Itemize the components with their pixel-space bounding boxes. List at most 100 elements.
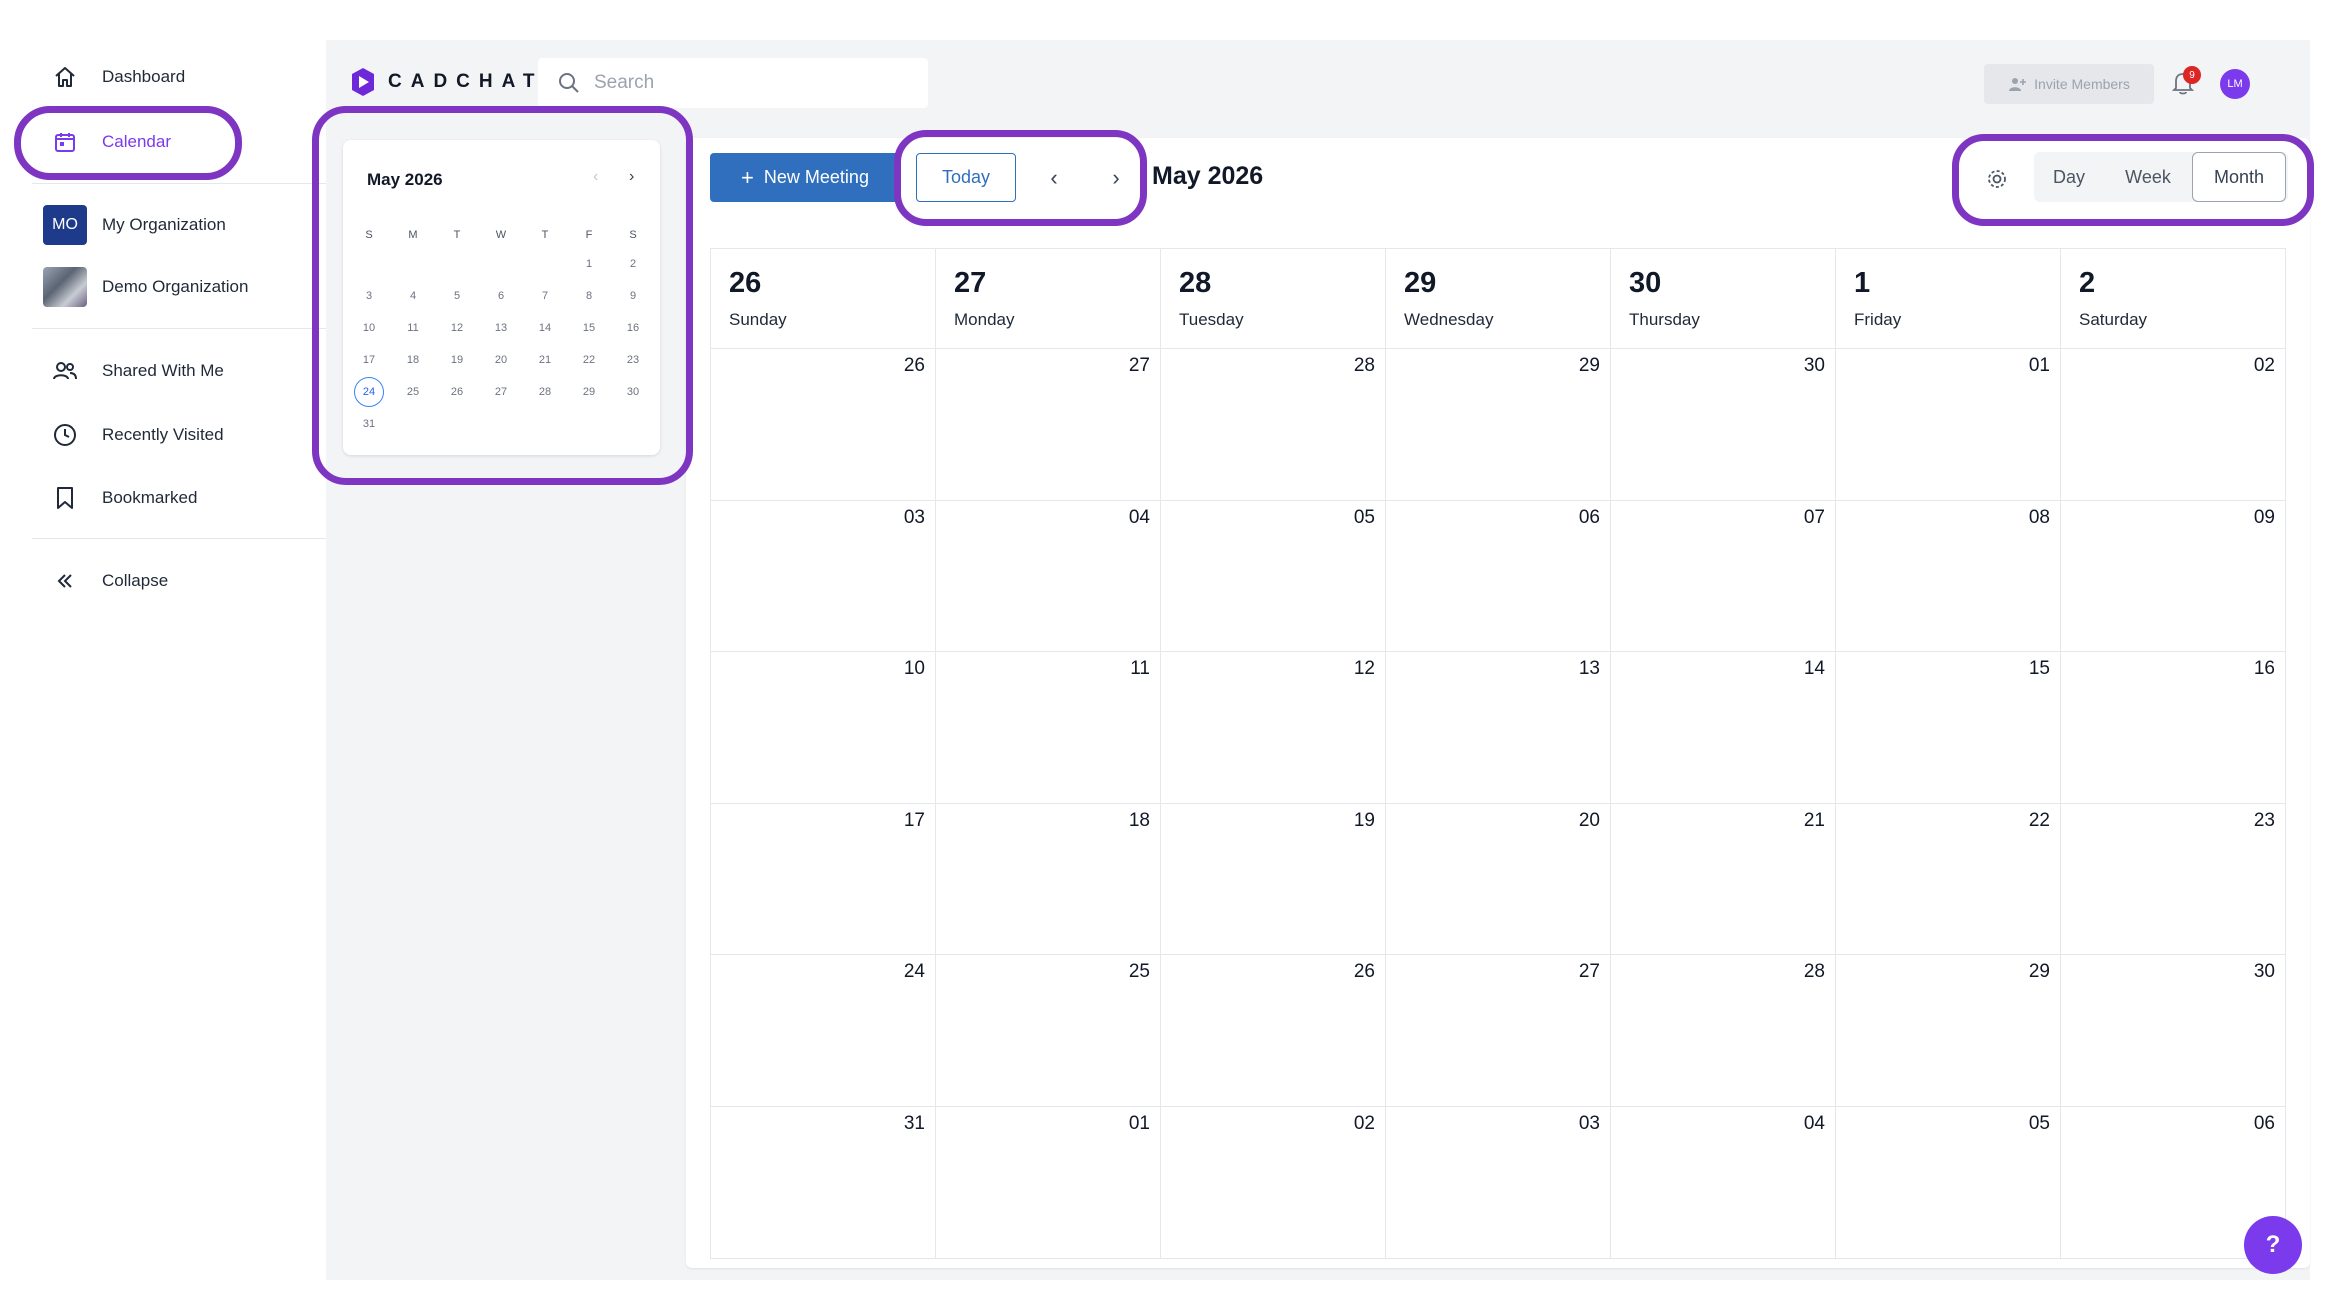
day-column-header[interactable]: 2 Saturday — [2061, 249, 2286, 349]
mini-day[interactable]: 10 — [347, 312, 391, 344]
day-cell[interactable]: 27 — [936, 349, 1161, 501]
invite-members-button[interactable]: Invite Members — [1984, 64, 2154, 104]
day-cell[interactable]: 15 — [1836, 652, 2061, 804]
day-cell[interactable]: 26 — [1161, 955, 1386, 1107]
new-meeting-button[interactable]: + New Meeting — [710, 153, 900, 202]
mini-day[interactable]: 18 — [391, 344, 435, 376]
day-cell[interactable]: 04 — [1611, 1106, 1836, 1259]
mini-day-today[interactable]: 24 — [347, 376, 391, 408]
day-cell[interactable]: 08 — [1836, 500, 2061, 653]
mini-day[interactable]: 19 — [435, 344, 479, 376]
day-cell[interactable]: 22 — [1836, 803, 2061, 956]
mini-day[interactable]: 13 — [479, 312, 523, 344]
mini-calendar-prev-button[interactable]: ‹ — [593, 168, 598, 186]
sidebar-item-shared-with-me[interactable]: Shared With Me — [40, 346, 224, 396]
mini-day[interactable]: 3 — [347, 280, 391, 312]
mini-day[interactable]: 15 — [567, 312, 611, 344]
sidebar-item-recently-visited[interactable]: Recently Visited — [40, 410, 224, 460]
day-cell[interactable]: 23 — [2061, 803, 2286, 956]
day-cell[interactable]: 30 — [1611, 349, 1836, 501]
day-cell[interactable]: 05 — [1161, 500, 1386, 653]
mini-day[interactable]: 29 — [567, 376, 611, 408]
sidebar-item-collapse[interactable]: Collapse — [40, 556, 168, 606]
day-cell[interactable]: 21 — [1611, 803, 1836, 956]
day-cell[interactable]: 16 — [2061, 652, 2286, 804]
day-cell[interactable]: 06 — [1386, 500, 1611, 653]
day-cell[interactable]: 02 — [1161, 1106, 1386, 1259]
day-cell[interactable]: 04 — [936, 500, 1161, 653]
search-input[interactable] — [594, 72, 894, 94]
day-cell[interactable]: 20 — [1386, 803, 1611, 956]
mini-day[interactable]: 27 — [479, 376, 523, 408]
day-cell[interactable]: 28 — [1161, 349, 1386, 501]
sidebar-item-demo-organization[interactable]: Demo Organization — [40, 262, 248, 312]
gear-icon[interactable] — [1978, 160, 2016, 198]
mini-day[interactable]: 11 — [391, 312, 435, 344]
view-week-button[interactable]: Week — [2104, 152, 2192, 202]
help-button[interactable]: ? — [2244, 1216, 2302, 1274]
mini-day[interactable]: 4 — [391, 280, 435, 312]
mini-day[interactable]: 20 — [479, 344, 523, 376]
mini-day[interactable]: 6 — [479, 280, 523, 312]
day-cell[interactable]: 07 — [1611, 500, 1836, 653]
mini-day[interactable]: 22 — [567, 344, 611, 376]
mini-day[interactable]: 23 — [611, 344, 655, 376]
day-cell[interactable]: 25 — [936, 955, 1161, 1107]
today-button[interactable]: Today — [916, 153, 1016, 202]
day-cell[interactable]: 17 — [711, 803, 936, 956]
mini-day[interactable]: 16 — [611, 312, 655, 344]
mini-calendar-next-button[interactable]: › — [629, 168, 634, 186]
day-column-header[interactable]: 28 Tuesday — [1161, 249, 1386, 349]
day-cell[interactable]: 01 — [936, 1106, 1161, 1259]
search-bar[interactable] — [538, 58, 928, 108]
day-cell[interactable]: 31 — [711, 1106, 936, 1259]
day-column-header[interactable]: 27 Monday — [936, 249, 1161, 349]
day-column-header[interactable]: 26 Sunday — [711, 249, 936, 349]
day-cell[interactable]: 13 — [1386, 652, 1611, 804]
day-cell[interactable]: 01 — [1836, 349, 2061, 501]
next-month-button[interactable]: › — [1096, 158, 1136, 198]
mini-day[interactable]: 21 — [523, 344, 567, 376]
mini-day[interactable]: 31 — [347, 408, 391, 440]
day-cell[interactable]: 26 — [711, 349, 936, 501]
view-day-button[interactable]: Day — [2034, 152, 2104, 202]
day-cell[interactable]: 14 — [1611, 652, 1836, 804]
day-cell[interactable]: 09 — [2061, 500, 2286, 653]
day-cell[interactable]: 30 — [2061, 955, 2286, 1107]
day-cell[interactable]: 29 — [1836, 955, 2061, 1107]
sidebar-item-calendar[interactable]: Calendar — [40, 117, 171, 167]
sidebar-item-bookmarked[interactable]: Bookmarked — [40, 473, 197, 523]
day-column-header[interactable]: 1 Friday — [1836, 249, 2061, 349]
mini-day[interactable]: 9 — [611, 280, 655, 312]
day-column-header[interactable]: 30 Thursday — [1611, 249, 1836, 349]
sidebar-item-my-organization[interactable]: MO My Organization — [40, 200, 226, 250]
mini-day[interactable]: 5 — [435, 280, 479, 312]
mini-day[interactable]: 14 — [523, 312, 567, 344]
day-cell[interactable]: 19 — [1161, 803, 1386, 956]
mini-day[interactable]: 8 — [567, 280, 611, 312]
day-cell[interactable]: 28 — [1611, 955, 1836, 1107]
mini-day[interactable]: 17 — [347, 344, 391, 376]
day-cell[interactable]: 11 — [936, 652, 1161, 804]
mini-day[interactable]: 2 — [611, 248, 655, 280]
day-cell[interactable]: 12 — [1161, 652, 1386, 804]
mini-day[interactable]: 7 — [523, 280, 567, 312]
sidebar-item-dashboard[interactable]: Dashboard — [40, 52, 185, 102]
prev-month-button[interactable]: ‹ — [1034, 158, 1074, 198]
mini-day[interactable]: 30 — [611, 376, 655, 408]
day-column-header[interactable]: 29 Wednesday — [1386, 249, 1611, 349]
day-cell[interactable]: 18 — [936, 803, 1161, 956]
mini-day[interactable]: 26 — [435, 376, 479, 408]
mini-day[interactable]: 28 — [523, 376, 567, 408]
user-avatar[interactable]: LM — [2220, 69, 2250, 99]
view-month-button[interactable]: Month — [2192, 152, 2286, 202]
day-cell[interactable]: 27 — [1386, 955, 1611, 1107]
day-cell[interactable]: 03 — [1386, 1106, 1611, 1259]
mini-day[interactable]: 12 — [435, 312, 479, 344]
day-cell[interactable]: 05 — [1836, 1106, 2061, 1259]
day-cell[interactable]: 10 — [711, 652, 936, 804]
mini-day[interactable]: 25 — [391, 376, 435, 408]
app-logo[interactable]: CADCHAT — [350, 66, 544, 98]
mini-day[interactable]: 1 — [567, 248, 611, 280]
day-cell[interactable]: 29 — [1386, 349, 1611, 501]
